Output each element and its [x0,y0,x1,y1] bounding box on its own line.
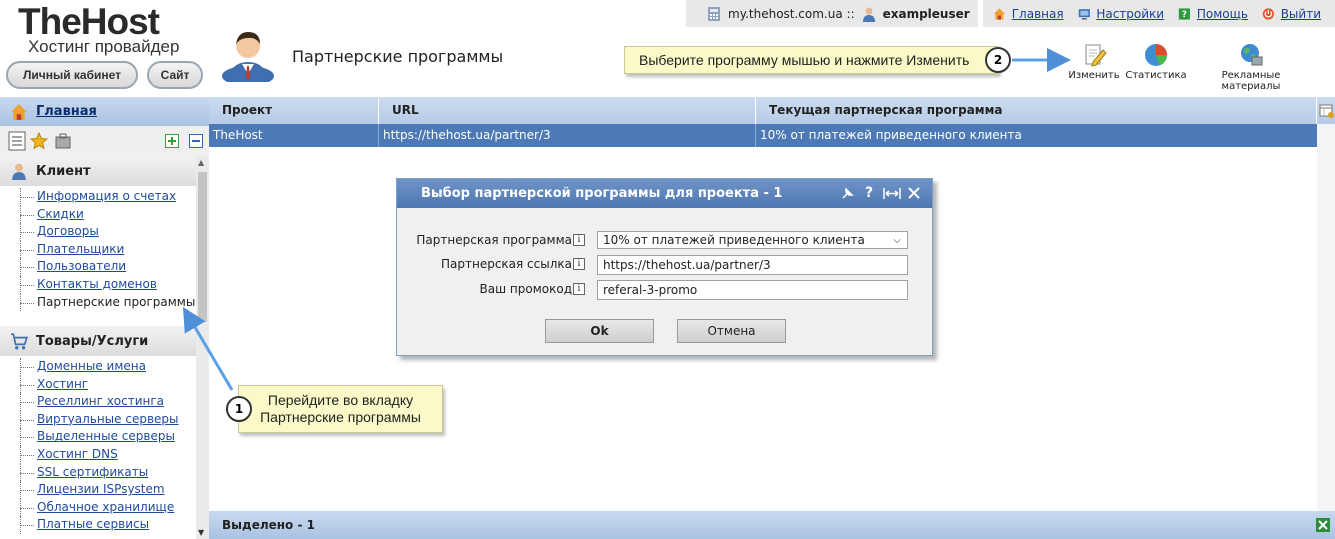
hint-select-program: Выберите программу мышью и нажмите Измен… [624,46,999,74]
step-1-badge: 1 [226,396,252,422]
annotation-arrows [182,48,1071,391]
hint2-text: Выберите программу мышью и нажмите Измен… [639,52,970,68]
step-2-badge: 2 [985,47,1011,73]
hint1-arrow [182,306,234,391]
hint-go-to-tab: Перейдите во вкладку Партнерские програм… [238,385,443,433]
hint1-text: Перейдите во вкладку Партнерские програм… [260,392,421,425]
